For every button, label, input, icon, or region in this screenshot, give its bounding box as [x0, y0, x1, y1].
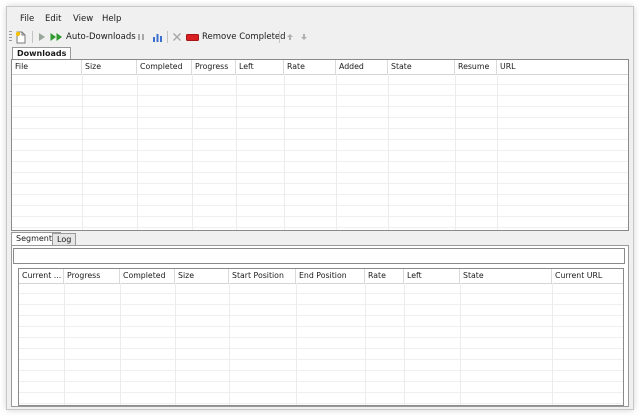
auto-downloads-icon: [50, 33, 62, 41]
grid-line: [137, 74, 138, 230]
remove-icon: [173, 33, 181, 41]
toolbar: Auto-Downloads Remove Completed: [7, 28, 633, 46]
toolbar-separator: [32, 31, 33, 43]
column-header-size[interactable]: Size: [175, 269, 229, 283]
remove-completed-button[interactable]: Remove Completed: [186, 28, 286, 46]
speed-limit-icon: [153, 33, 162, 42]
segments-list[interactable]: Current ... Progress Completed Size Star…: [18, 268, 624, 406]
remove-completed-icon: [186, 33, 199, 41]
column-header-progress[interactable]: Progress: [192, 60, 236, 74]
move-up-button[interactable]: [286, 28, 294, 46]
grid-line: [404, 283, 405, 405]
segments-header: Current ... Progress Completed Size Star…: [19, 269, 623, 284]
toolbar-grip[interactable]: [9, 31, 12, 43]
segments-progress-bar: [13, 248, 625, 264]
pause-icon: [138, 34, 144, 40]
downloads-list[interactable]: File Size Completed Progress Left Rate A…: [11, 59, 629, 231]
column-header-completed[interactable]: Completed: [120, 269, 175, 283]
grid-line: [82, 74, 83, 230]
move-down-button[interactable]: [300, 28, 308, 46]
column-header-resume[interactable]: Resume: [455, 60, 497, 74]
column-header-rate[interactable]: Rate: [365, 269, 404, 283]
column-header-current-url[interactable]: Current URL: [552, 269, 623, 283]
column-header-state[interactable]: State: [388, 60, 455, 74]
auto-downloads-button[interactable]: Auto-Downloads: [50, 28, 136, 46]
column-header-url[interactable]: URL: [497, 60, 628, 74]
menu-file[interactable]: File: [20, 12, 34, 26]
start-icon: [39, 33, 45, 41]
grid-line: [284, 74, 285, 230]
column-header-current-segment[interactable]: Current ...: [19, 269, 64, 283]
grid-line: [455, 74, 456, 230]
downloads-rows: [12, 74, 628, 230]
remove-completed-label: Remove Completed: [202, 32, 286, 42]
column-header-left[interactable]: Left: [404, 269, 460, 283]
menu-help[interactable]: Help: [102, 12, 121, 26]
column-header-progress[interactable]: Progress: [64, 269, 120, 283]
column-header-completed[interactable]: Completed: [137, 60, 192, 74]
column-header-state[interactable]: State: [460, 269, 552, 283]
segments-rows: [19, 283, 623, 405]
column-header-size[interactable]: Size: [82, 60, 137, 74]
segments-pane: Current ... Progress Completed Size Star…: [11, 245, 629, 407]
grid-line: [388, 74, 389, 230]
menu-view[interactable]: View: [73, 12, 93, 26]
grid-line: [229, 283, 230, 405]
grid-line: [460, 283, 461, 405]
move-up-icon: [287, 34, 293, 40]
speed-limit-button[interactable]: [152, 28, 163, 46]
start-button[interactable]: [38, 28, 46, 46]
menu-bar: File Edit View Help: [7, 12, 633, 26]
grid-line: [120, 283, 121, 405]
auto-downloads-label: Auto-Downloads: [66, 32, 136, 42]
tab-downloads-label: Downloads: [17, 49, 67, 58]
toolbar-separator: [279, 31, 280, 43]
column-header-start-position[interactable]: Start Position: [229, 269, 296, 283]
column-header-left[interactable]: Left: [236, 60, 284, 74]
grid-line: [336, 74, 337, 230]
tab-segments-label: Segments: [16, 234, 57, 243]
move-down-icon: [301, 34, 307, 40]
grid-line: [552, 283, 553, 405]
grid-line: [296, 283, 297, 405]
toolbar-separator: [167, 31, 168, 43]
grid-line: [236, 74, 237, 230]
column-header-added[interactable]: Added: [336, 60, 388, 74]
app-window: File Edit View Help Auto-Downloads Remov…: [6, 6, 634, 410]
grid-line: [192, 74, 193, 230]
grid-line: [175, 283, 176, 405]
column-header-file[interactable]: File: [12, 60, 82, 74]
tab-log-label: Log: [57, 235, 72, 244]
tab-log[interactable]: Log: [52, 233, 77, 245]
remove-button[interactable]: [172, 28, 182, 46]
grid-line: [497, 74, 498, 230]
new-download-icon: [15, 31, 26, 43]
column-header-rate[interactable]: Rate: [284, 60, 336, 74]
grid-line: [365, 283, 366, 405]
pause-button[interactable]: [137, 28, 145, 46]
grid-line: [64, 283, 65, 405]
new-download-button[interactable]: [15, 28, 27, 46]
column-header-end-position[interactable]: End Position: [296, 269, 365, 283]
downloads-header: File Size Completed Progress Left Rate A…: [12, 60, 628, 75]
menu-edit[interactable]: Edit: [45, 12, 61, 26]
